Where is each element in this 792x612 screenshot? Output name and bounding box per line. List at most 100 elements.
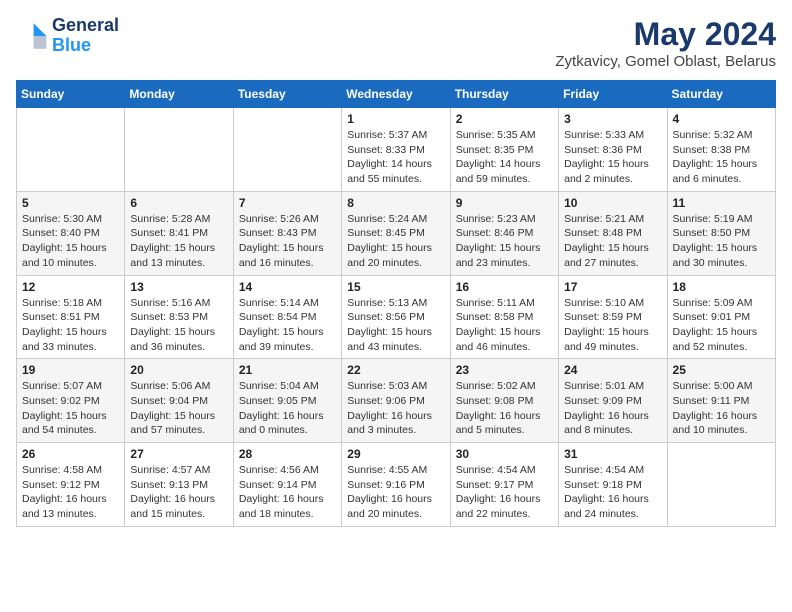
calendar-cell: 14 Sunrise: 5:14 AM Sunset: 8:54 PM Dayli…: [233, 275, 341, 359]
day-info: Sunrise: 5:06 AM Sunset: 9:04 PM Dayligh…: [130, 379, 227, 438]
calendar-cell: 5Sunrise: 5:30 AM Sunset: 8:40 PM Daylig…: [17, 191, 125, 275]
day-number: 21: [239, 363, 336, 377]
calendar-table: SundayMondayTuesdayWednesdayThursdayFrid…: [16, 80, 776, 527]
weekday-header-wednesday: Wednesday: [342, 81, 450, 108]
day-info: Sunrise: 5:26 AM Sunset: 8:43 PM Dayligh…: [239, 212, 336, 271]
calendar-cell: 9 Sunrise: 5:23 AM Sunset: 8:46 PM Daylig…: [450, 191, 558, 275]
calendar-cell: 1 Sunrise: 5:37 AM Sunset: 8:33 PM Daylig…: [342, 108, 450, 192]
day-info: Sunrise: 5:02 AM Sunset: 9:08 PM Dayligh…: [456, 379, 553, 438]
calendar-cell: 16Sunrise: 5:11 AM Sunset: 8:58 PM Dayli…: [450, 275, 558, 359]
day-number: 15: [347, 280, 444, 294]
day-info: Sunrise: 5:28 AM Sunset: 8:41 PM Dayligh…: [130, 212, 227, 271]
day-info: Sunrise: 5:01 AM Sunset: 9:09 PM Dayligh…: [564, 379, 661, 438]
day-info: Sunrise: 4:58 AM Sunset: 9:12 PM Dayligh…: [22, 463, 119, 522]
calendar-cell: 25 Sunrise: 5:00 AM Sunset: 9:11 PM Dayli…: [667, 359, 775, 443]
day-number: 10: [564, 196, 661, 210]
calendar-cell: 29 Sunrise: 4:55 AM Sunset: 9:16 PM Dayli…: [342, 443, 450, 527]
day-number: 19: [22, 363, 119, 377]
day-number: 18: [673, 280, 770, 294]
day-number: 30: [456, 447, 553, 461]
day-number: 26: [22, 447, 119, 461]
day-number: 8: [347, 196, 444, 210]
day-info: Sunrise: 5:11 AM Sunset: 8:58 PM Dayligh…: [456, 296, 553, 355]
day-info: Sunrise: 4:56 AM Sunset: 9:14 PM Dayligh…: [239, 463, 336, 522]
calendar-cell: 2Sunrise: 5:35 AM Sunset: 8:35 PM Daylig…: [450, 108, 558, 192]
weekday-header-tuesday: Tuesday: [233, 81, 341, 108]
weekday-header-thursday: Thursday: [450, 81, 558, 108]
calendar-cell: 7 Sunrise: 5:26 AM Sunset: 8:43 PM Daylig…: [233, 191, 341, 275]
day-number: 20: [130, 363, 227, 377]
day-number: 31: [564, 447, 661, 461]
day-info: Sunrise: 5:03 AM Sunset: 9:06 PM Dayligh…: [347, 379, 444, 438]
calendar-cell: 31Sunrise: 4:54 AM Sunset: 9:18 PM Dayli…: [559, 443, 667, 527]
month-title: May 2024: [555, 16, 776, 53]
logo-icon: [16, 20, 48, 52]
calendar-cell: [667, 443, 775, 527]
day-number: 23: [456, 363, 553, 377]
day-number: 11: [673, 196, 770, 210]
calendar-cell: 22 Sunrise: 5:03 AM Sunset: 9:06 PM Dayli…: [342, 359, 450, 443]
day-number: 12: [22, 280, 119, 294]
calendar-cell: 6 Sunrise: 5:28 AM Sunset: 8:41 PM Daylig…: [125, 191, 233, 275]
calendar-week-row: 26 Sunrise: 4:58 AM Sunset: 9:12 PM Dayli…: [17, 443, 776, 527]
calendar-cell: 11 Sunrise: 5:19 AM Sunset: 8:50 PM Dayli…: [667, 191, 775, 275]
day-info: Sunrise: 5:09 AM Sunset: 9:01 PM Dayligh…: [673, 296, 770, 355]
day-number: 28: [239, 447, 336, 461]
day-number: 14: [239, 280, 336, 294]
calendar-cell: 23 Sunrise: 5:02 AM Sunset: 9:08 PM Dayli…: [450, 359, 558, 443]
day-number: 1: [347, 112, 444, 126]
day-info: Sunrise: 5:18 AM Sunset: 8:51 PM Dayligh…: [22, 296, 119, 355]
day-info: Sunrise: 4:54 AM Sunset: 9:17 PM Dayligh…: [456, 463, 553, 522]
weekday-header-saturday: Saturday: [667, 81, 775, 108]
day-info: Sunrise: 4:55 AM Sunset: 9:16 PM Dayligh…: [347, 463, 444, 522]
calendar-cell: 15 Sunrise: 5:13 AM Sunset: 8:56 PM Dayli…: [342, 275, 450, 359]
calendar-cell: 13Sunrise: 5:16 AM Sunset: 8:53 PM Dayli…: [125, 275, 233, 359]
day-info: Sunrise: 5:21 AM Sunset: 8:48 PM Dayligh…: [564, 212, 661, 271]
page-header: General Blue May 2024 Zytkavicy, Gomel O…: [16, 16, 776, 70]
day-info: Sunrise: 5:37 AM Sunset: 8:33 PM Dayligh…: [347, 128, 444, 187]
day-number: 4: [673, 112, 770, 126]
weekday-header-friday: Friday: [559, 81, 667, 108]
weekday-header-monday: Monday: [125, 81, 233, 108]
day-number: 25: [673, 363, 770, 377]
day-number: 7: [239, 196, 336, 210]
calendar-header-row: SundayMondayTuesdayWednesdayThursdayFrid…: [17, 81, 776, 108]
calendar-cell: 17 Sunrise: 5:10 AM Sunset: 8:59 PM Dayli…: [559, 275, 667, 359]
calendar-week-row: 19 Sunrise: 5:07 AM Sunset: 9:02 PM Dayli…: [17, 359, 776, 443]
calendar-week-row: 5Sunrise: 5:30 AM Sunset: 8:40 PM Daylig…: [17, 191, 776, 275]
day-number: 9: [456, 196, 553, 210]
calendar-cell: 27Sunrise: 4:57 AM Sunset: 9:13 PM Dayli…: [125, 443, 233, 527]
weekday-header-sunday: Sunday: [17, 81, 125, 108]
day-info: Sunrise: 5:32 AM Sunset: 8:38 PM Dayligh…: [673, 128, 770, 187]
calendar-cell: 28 Sunrise: 4:56 AM Sunset: 9:14 PM Dayli…: [233, 443, 341, 527]
day-info: Sunrise: 5:35 AM Sunset: 8:35 PM Dayligh…: [456, 128, 553, 187]
calendar-week-row: 12 Sunrise: 5:18 AM Sunset: 8:51 PM Dayli…: [17, 275, 776, 359]
calendar-cell: [17, 108, 125, 192]
day-info: Sunrise: 5:24 AM Sunset: 8:45 PM Dayligh…: [347, 212, 444, 271]
day-info: Sunrise: 5:07 AM Sunset: 9:02 PM Dayligh…: [22, 379, 119, 438]
day-number: 5: [22, 196, 119, 210]
calendar-cell: 24Sunrise: 5:01 AM Sunset: 9:09 PM Dayli…: [559, 359, 667, 443]
day-info: Sunrise: 5:19 AM Sunset: 8:50 PM Dayligh…: [673, 212, 770, 271]
calendar-cell: 20 Sunrise: 5:06 AM Sunset: 9:04 PM Dayli…: [125, 359, 233, 443]
day-number: 6: [130, 196, 227, 210]
day-info: Sunrise: 5:00 AM Sunset: 9:11 PM Dayligh…: [673, 379, 770, 438]
day-number: 29: [347, 447, 444, 461]
day-info: Sunrise: 5:04 AM Sunset: 9:05 PM Dayligh…: [239, 379, 336, 438]
day-info: Sunrise: 5:23 AM Sunset: 8:46 PM Dayligh…: [456, 212, 553, 271]
calendar-cell: 30 Sunrise: 4:54 AM Sunset: 9:17 PM Dayli…: [450, 443, 558, 527]
logo: General Blue: [16, 16, 119, 56]
calendar-cell: 12 Sunrise: 5:18 AM Sunset: 8:51 PM Dayli…: [17, 275, 125, 359]
day-info: Sunrise: 5:10 AM Sunset: 8:59 PM Dayligh…: [564, 296, 661, 355]
day-number: 3: [564, 112, 661, 126]
calendar-cell: 18 Sunrise: 5:09 AM Sunset: 9:01 PM Dayli…: [667, 275, 775, 359]
location-title: Zytkavicy, Gomel Oblast, Belarus: [555, 53, 776, 70]
calendar-cell: 10 Sunrise: 5:21 AM Sunset: 8:48 PM Dayli…: [559, 191, 667, 275]
day-number: 17: [564, 280, 661, 294]
calendar-cell: 3Sunrise: 5:33 AM Sunset: 8:36 PM Daylig…: [559, 108, 667, 192]
day-info: Sunrise: 5:14 AM Sunset: 8:54 PM Dayligh…: [239, 296, 336, 355]
day-number: 22: [347, 363, 444, 377]
day-info: Sunrise: 5:13 AM Sunset: 8:56 PM Dayligh…: [347, 296, 444, 355]
calendar-cell: 26 Sunrise: 4:58 AM Sunset: 9:12 PM Dayli…: [17, 443, 125, 527]
day-number: 27: [130, 447, 227, 461]
